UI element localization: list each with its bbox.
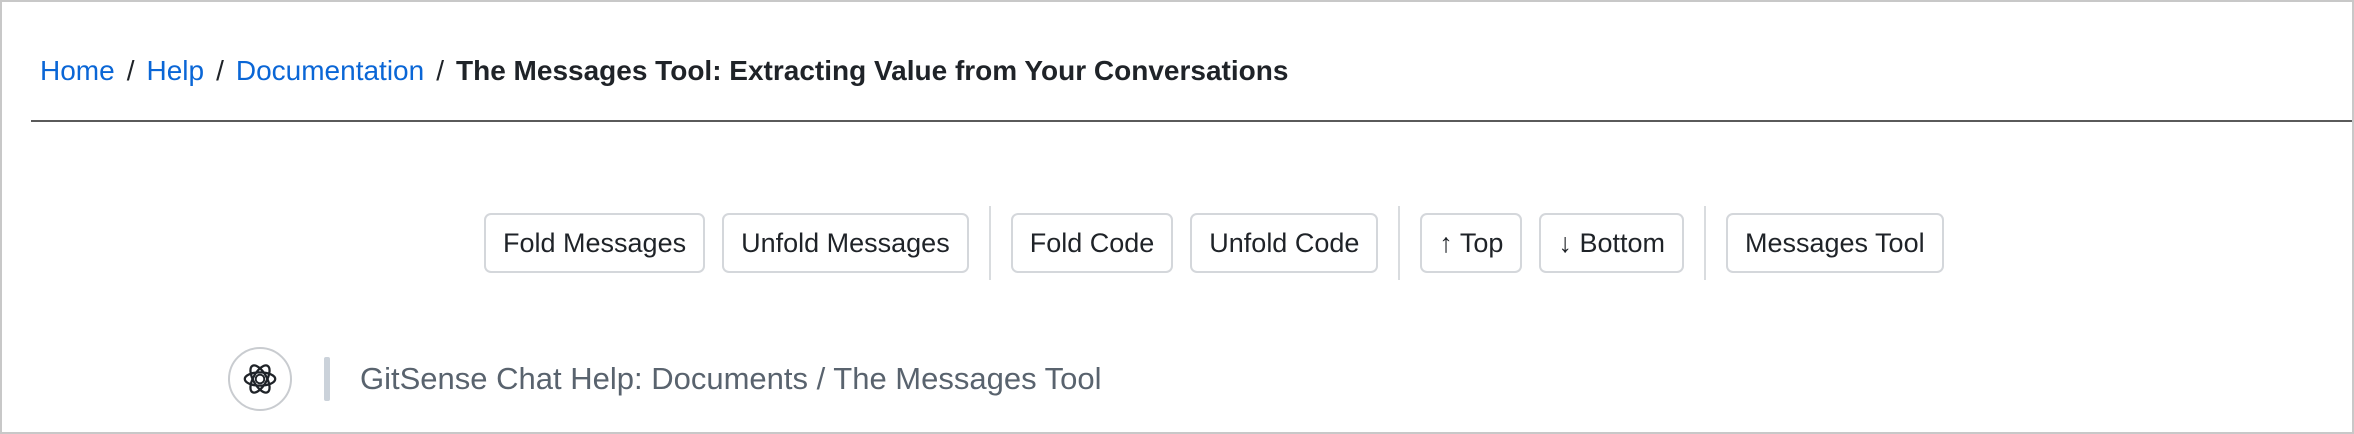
page-frame: Home / Help / Documentation / The Messag… <box>0 0 2354 434</box>
breadcrumb-home-link[interactable]: Home <box>40 50 115 92</box>
scroll-top-button[interactable]: ↑ Top <box>1420 213 1523 273</box>
toolbar-divider <box>1703 206 1706 280</box>
quote-bar <box>324 357 330 401</box>
toolbar-divider <box>988 206 991 280</box>
unfold-messages-button[interactable]: Unfold Messages <box>722 213 969 273</box>
header-divider <box>31 120 2352 122</box>
breadcrumb-separator: / <box>216 55 224 86</box>
breadcrumb-separator: / <box>436 55 444 86</box>
scroll-bottom-button[interactable]: ↓ Bottom <box>1539 213 1684 273</box>
breadcrumb-documentation-link[interactable]: Documentation <box>236 50 424 92</box>
assistant-avatar <box>228 347 292 411</box>
breadcrumb-separator: / <box>126 55 135 86</box>
breadcrumb-help-link[interactable]: Help <box>146 50 204 92</box>
message-toolbar: Fold Messages Unfold Messages Fold Code … <box>484 206 1944 280</box>
fold-code-button[interactable]: Fold Code <box>1010 213 1174 273</box>
messages-tool-button[interactable]: Messages Tool <box>1725 213 1944 273</box>
fold-messages-button[interactable]: Fold Messages <box>484 213 706 273</box>
chat-title: GitSense Chat Help: Documents / The Mess… <box>360 361 1102 396</box>
breadcrumb: Home / Help / Documentation / The Messag… <box>40 50 1288 92</box>
chat-message-header: GitSense Chat Help: Documents / The Mess… <box>228 347 1102 411</box>
toolbar-divider <box>1398 206 1401 280</box>
unfold-code-button[interactable]: Unfold Code <box>1190 213 1379 273</box>
assistant-logo-icon <box>243 364 277 394</box>
breadcrumb-current-page: The Messages Tool: Extracting Value from… <box>455 55 1289 86</box>
